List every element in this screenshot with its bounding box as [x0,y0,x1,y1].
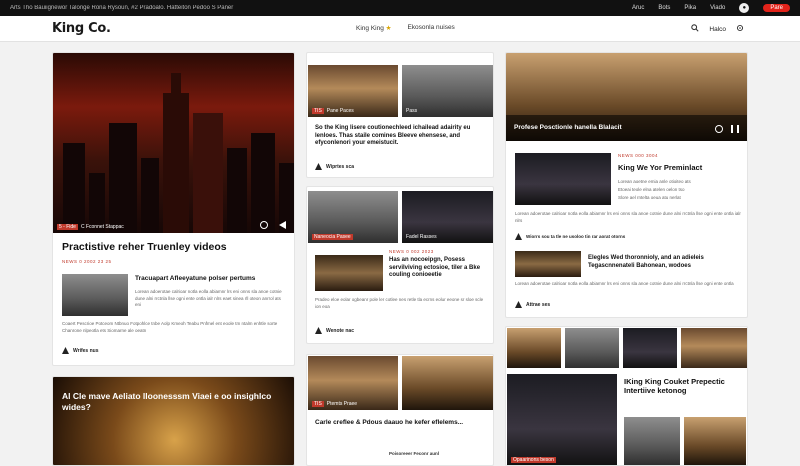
col2-top-byline[interactable]: Wiprtes sca [315,163,354,170]
col3-feature-meta: NEWS 000 3004 [618,153,659,158]
col2-mid-title[interactable]: Has an nocoeipgn, Posess servilviving ec… [389,257,489,280]
col3-hero-image[interactable]: Profese Posctionle hanella Blalacit [506,53,747,141]
gear-icon[interactable] [736,24,744,34]
hero-title[interactable]: Practistive reher Truenley videos [62,241,287,253]
topbar-link-1[interactable]: Aruc [632,5,644,11]
story-excerpt: Lorean adoerotae calrioar notla eolla ab… [135,289,282,308]
story-title[interactable]: Tracuapart Afleeyatune polser pertums [135,275,287,283]
topbar-link-3[interactable]: Pika [684,5,696,11]
col3-feature-byline[interactable]: Wiorrs sou ta tle ne usoloo tin rar aora… [515,233,625,240]
hero-image[interactable]: 5 - Fide C Fconnet Stappac [53,53,294,233]
hero-meta: NEWS 0 2002 23 25 [62,259,112,264]
nav-item-king[interactable]: King King ★ [356,24,391,32]
col2-tag-1: TIS [312,108,324,114]
col3-story-title[interactable]: Elegles Wed thoronnioly, and an adieleis… [588,255,742,270]
hero-caption: C Fconnet Stappac [80,224,124,230]
search-icon[interactable] [691,24,699,34]
col2-bottom-tag-1: TIS [312,401,324,407]
col2-mid-thumbnail[interactable] [315,255,383,291]
author-icon [515,233,522,240]
clock-icon[interactable] [260,221,268,229]
hero-caption-tag: 5 - Fide [57,224,78,230]
col2-mid-meta: NEWS 0 002 2023 [389,249,434,254]
story-byline[interactable]: Wrifes nus [62,347,98,354]
user-icon[interactable]: ● [739,3,750,13]
star-icon: ★ [385,25,392,32]
story-summary: Coaert Pescrioe Potceom Ntbnuo Fotpohlce… [62,321,278,333]
col2-tag-3: Pass [406,108,418,114]
gallery-thumb-2[interactable] [684,417,746,465]
col3-feature-title[interactable]: King We Yor Preminlact [618,163,742,172]
topbar-link-4[interactable]: Viado [710,5,725,11]
col3-feature-line-1: Lorean aoetne emia anle otioiteo ats [618,179,691,184]
author-icon [315,163,322,170]
col3-story-excerpt: Lorean adoerotae calrioar notla eolla ab… [515,281,734,286]
nav-item-ekosonla[interactable]: Ekosonla nuises [407,24,454,32]
chat-icon[interactable] [715,125,723,133]
author-icon [515,301,522,308]
gallery-image-1[interactable] [507,328,561,368]
play-icon[interactable] [279,221,286,229]
bottom-feature-card[interactable]: Al Cle mave Aeliato lloonesssm Viaei e o… [52,376,295,466]
gallery-large-image[interactable]: Opaarinons beson [507,374,617,465]
col2-bottom-image-1[interactable]: TIS Ptemts Praee [308,356,398,410]
col2-top-card[interactable]: TIS Pane Paces Pass So the King lisere co… [306,52,494,178]
col3-feature-thumbnail[interactable] [515,153,611,205]
col2-mid-tag-1: Naneocia Pasee [312,234,353,240]
site-logo[interactable]: King Co. [52,21,111,36]
news-ticker[interactable]: Arts Tho Bauiignewor Talonge Rona Rysoun… [10,5,632,11]
col3-story-thumbnail[interactable] [515,251,581,277]
gallery-image-4[interactable] [681,328,747,368]
dome-image[interactable]: Al Cle mave Aeliato lloonesssm Viaei e o… [53,377,294,465]
col3-feature-excerpt: Lorean adoerotae calrioar notla eolla ab… [515,211,741,223]
topbar-cta-button[interactable]: Pare [763,4,790,12]
col2-mid-byline[interactable]: Wenote nac [315,327,354,334]
pause-icon[interactable] [731,125,739,133]
col2-mid-card[interactable]: Naneocia Pasee Fadel Rasses NEWS 0 002 2… [306,186,494,344]
story-thumbnail[interactable] [62,274,128,316]
col3-gallery-card[interactable]: Opaarinons beson IKing King Couket Prepe… [505,326,748,466]
col2-top-title[interactable]: So the King lisere coutionechleed ichail… [315,125,487,148]
col2-tag-2: Pane Paces [326,108,354,114]
gallery-thumb-1[interactable] [624,417,680,465]
gallery-image-2[interactable] [565,328,619,368]
gallery-tag: Opaarinons beson [511,457,556,463]
col3-story-byline[interactable]: Attrae ses [515,301,550,308]
col2-mid-tag-2: Fadel Rasses [406,234,437,240]
col3-hero-caption[interactable]: Profese Posctionle hanella Blalacit [514,124,622,132]
col2-mid-image-2[interactable]: Fadel Rasses [402,191,493,243]
author-icon [315,327,322,334]
main-nav: King King ★ Ekosonla nuises [356,24,455,32]
col3-feature-card[interactable]: Profese Posctionle hanella Blalacit NEWS… [505,52,748,318]
col2-bottom-card[interactable]: TIS Ptemts Praee Carle creflee & Pdous da… [306,354,494,466]
account-link[interactable]: Halco [709,26,726,33]
col2-bottom-title[interactable]: Carle creflee & Pdous daauo he kefer efl… [315,419,487,427]
col2-mid-image-1[interactable]: Naneocia Pasee [308,191,398,243]
gallery-image-3[interactable] [623,328,677,368]
site-header: King Co. King King ★ Ekosonla nuises Hal… [0,16,800,42]
top-utility-bar: Arts Tho Bauiignewor Talonge Rona Rysoun… [0,0,800,16]
col2-top-image-2[interactable]: Pass [402,65,493,117]
col3-gallery-title[interactable]: IKing King Couket Prepectic Intertiive k… [624,377,742,396]
col3-feature-line-3: Slore ael rntelta oeua atu nerlat [618,195,681,200]
bottom-feature-title[interactable]: Al Cle mave Aeliato lloonesssm Viaei e o… [62,391,287,412]
col2-top-image-1[interactable]: TIS Pane Paces [308,65,398,117]
col2-bottom-image-2[interactable] [402,356,493,410]
hero-card[interactable]: 5 - Fide C Fconnet Stappac Practistive r… [52,52,295,366]
col3-feature-line-2: Etoeai teole elna atelen oelon tso [618,187,685,192]
topbar-link-2[interactable]: Bots [658,5,670,11]
col2-mid-excerpt: Pradeo eloe eolar ogbeanr pole ler cotle… [315,297,484,309]
author-icon [62,347,69,354]
col2-bottom-tag-2: Ptemts Praee [326,401,358,407]
